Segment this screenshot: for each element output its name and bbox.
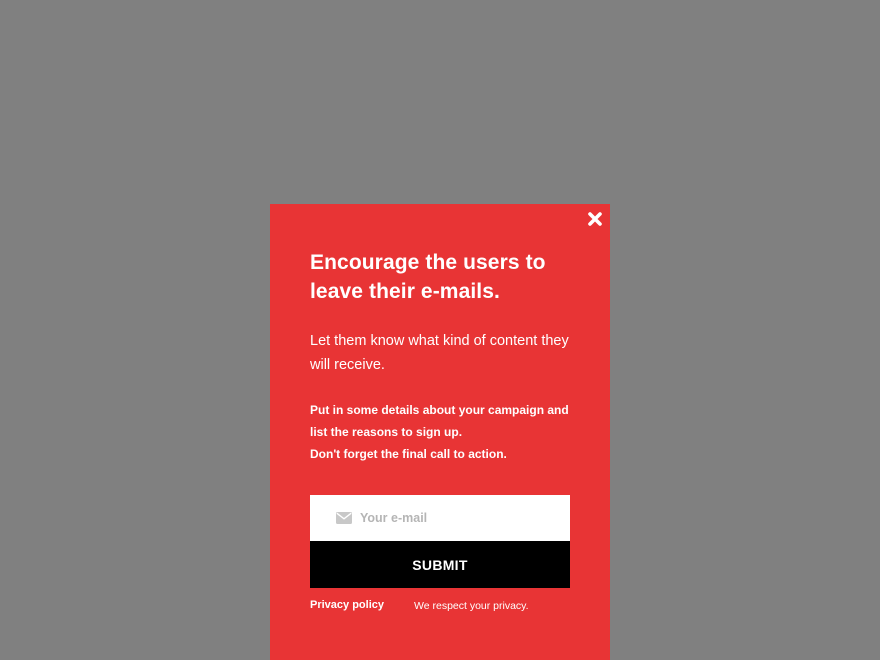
email-field-wrapper[interactable] xyxy=(310,495,570,541)
envelope-icon xyxy=(336,512,352,524)
call-to-action-text: call to action. xyxy=(430,447,507,461)
popup-subhead: Let them know what kind of content they … xyxy=(310,333,569,373)
close-icon[interactable] xyxy=(587,211,603,227)
privacy-policy-link[interactable]: Privacy policy xyxy=(310,599,384,611)
submit-button[interactable]: SUBMIT xyxy=(310,541,570,588)
popup-headline: Encourage the users to leave their e-mai… xyxy=(310,251,546,303)
email-input[interactable] xyxy=(360,511,560,525)
details-prefix: Don't forget the final xyxy=(310,447,431,461)
newsletter-popup: Encourage the users to leave their e-mai… xyxy=(270,204,610,660)
details-text: Put in some details about your campaign … xyxy=(310,403,569,439)
popup-details: Put in some details about your campaign … xyxy=(310,399,570,465)
privacy-note: We respect your privacy. xyxy=(414,600,529,612)
